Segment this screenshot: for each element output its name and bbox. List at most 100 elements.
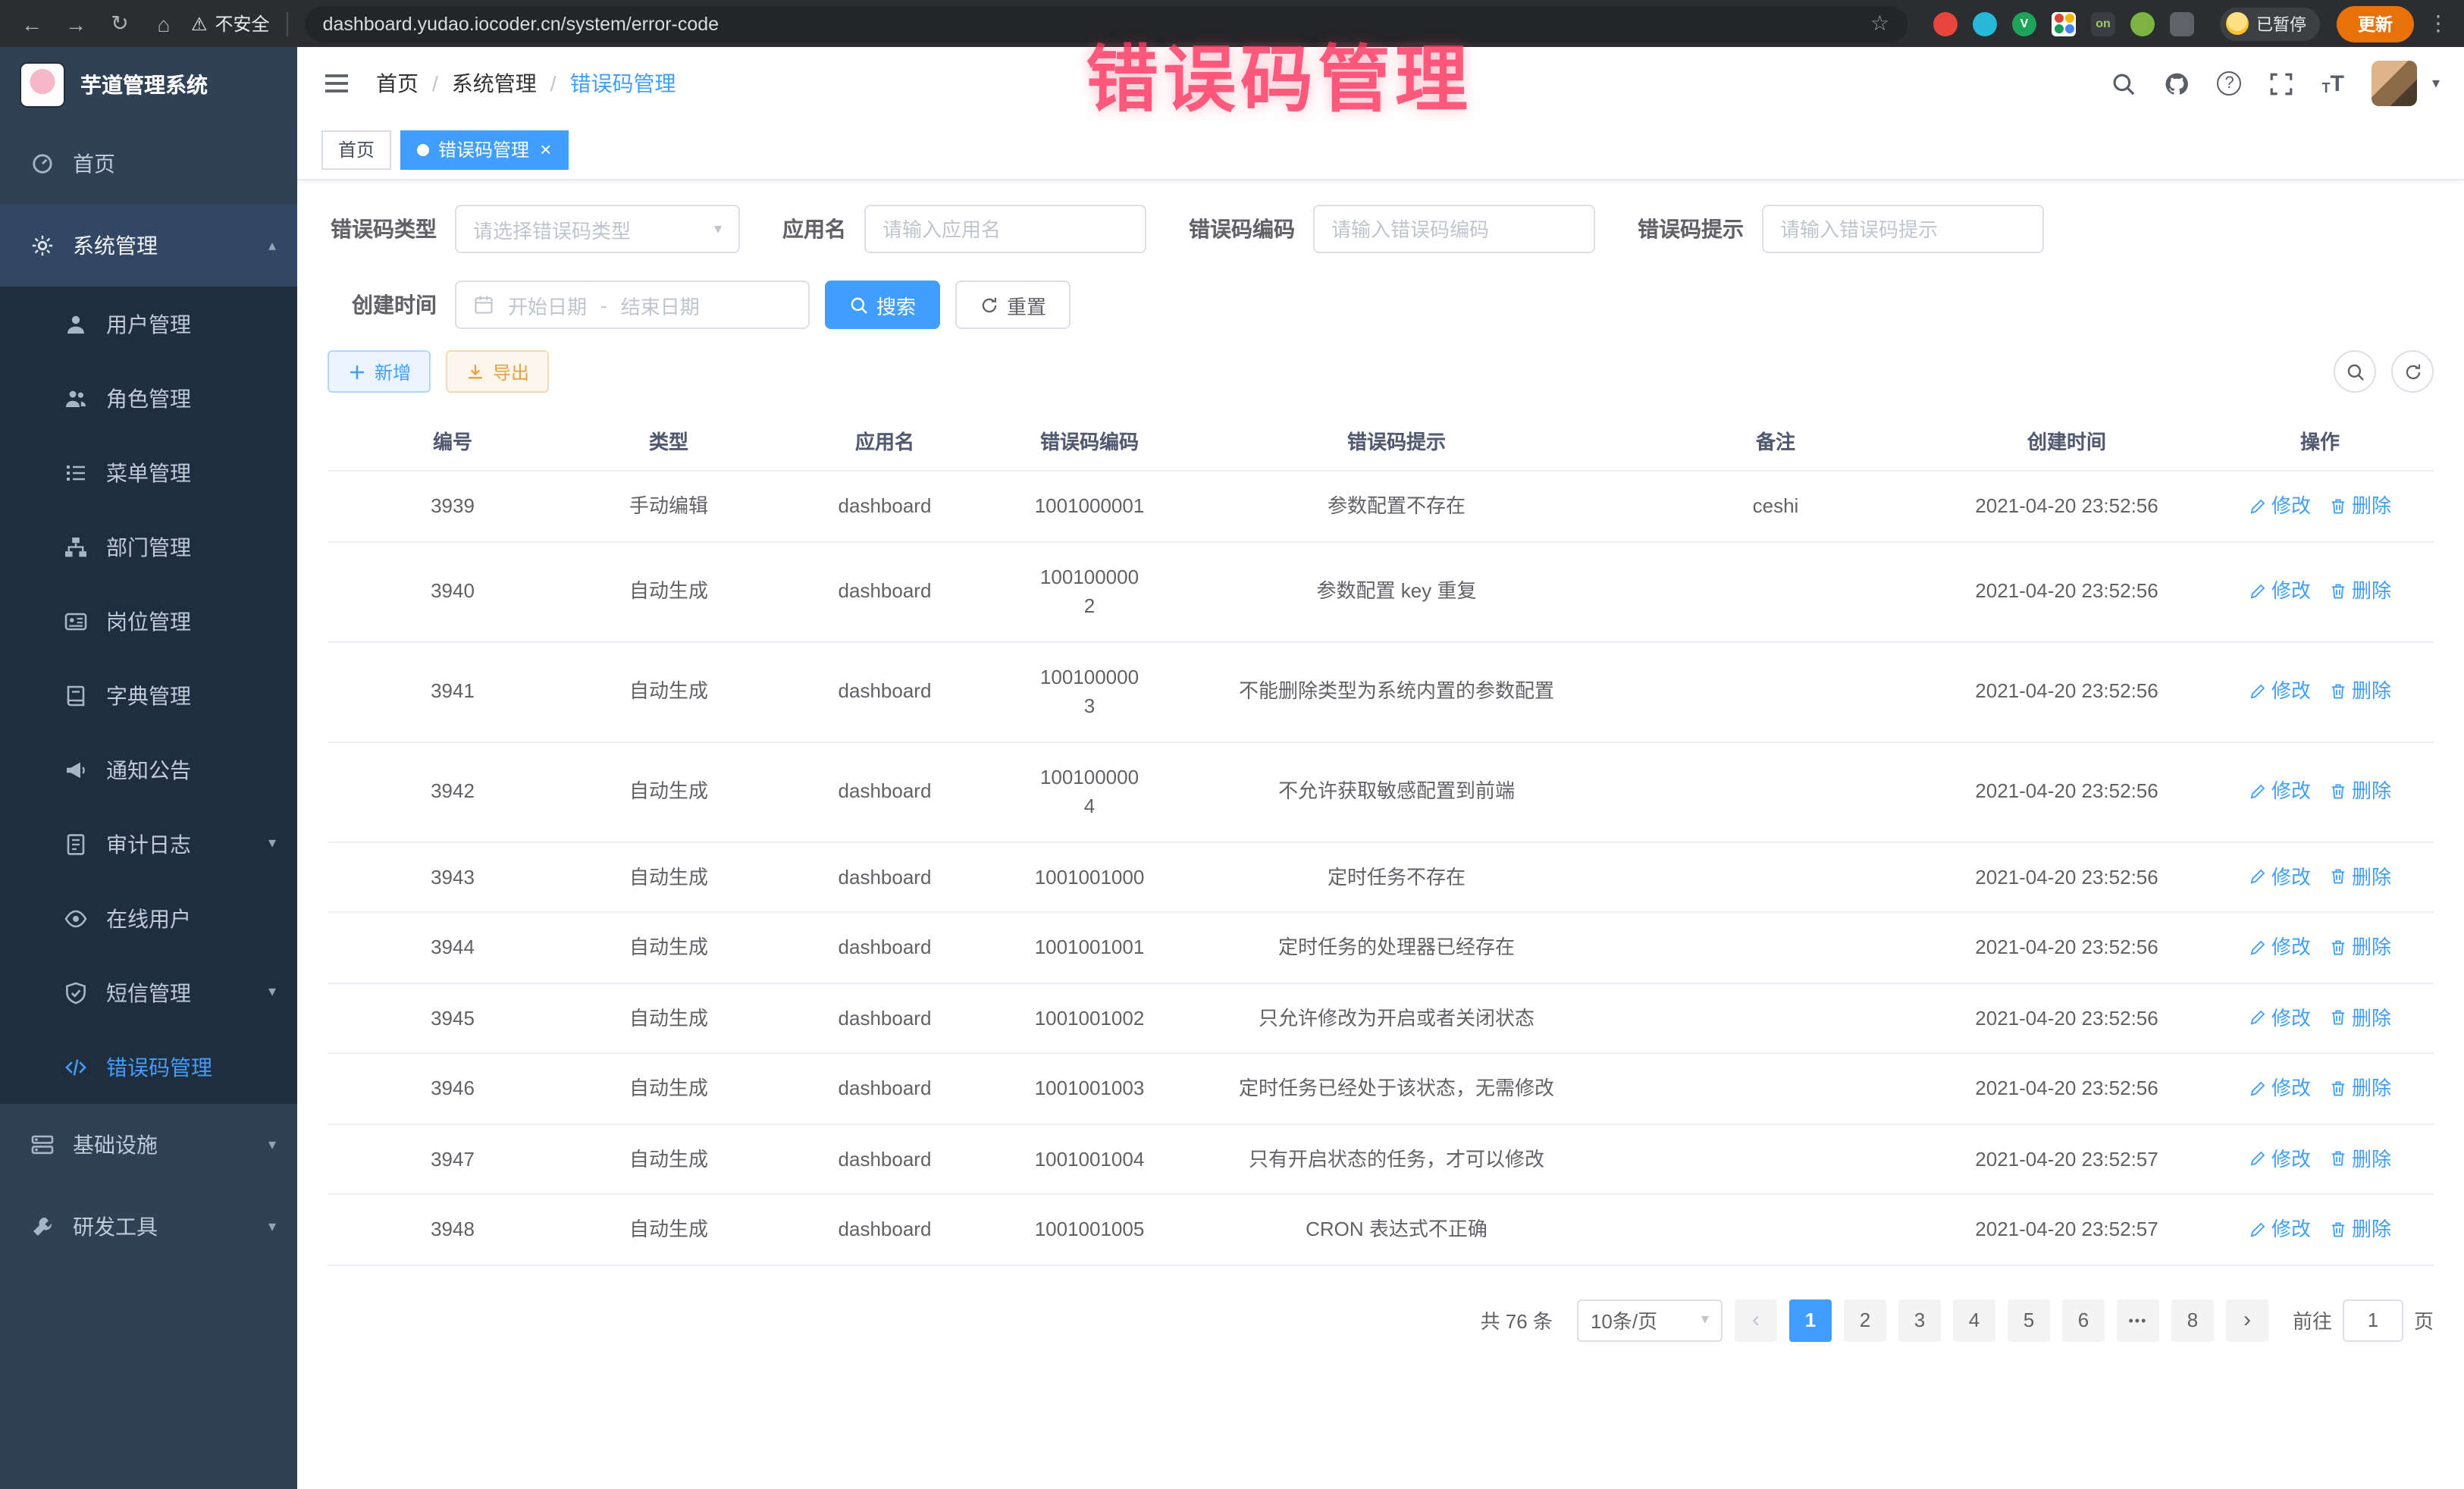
sidebar-item[interactable]: 通知公告 bbox=[0, 732, 297, 807]
puzzle-extension-icon[interactable] bbox=[2170, 11, 2194, 36]
leaf-extension-icon[interactable] bbox=[2130, 11, 2155, 36]
breadcrumb-item[interactable]: 错误码管理 bbox=[570, 68, 676, 99]
page-button[interactable]: 4 bbox=[1953, 1299, 1995, 1341]
search-button[interactable]: 搜索 bbox=[825, 281, 940, 329]
sidebar-item[interactable]: 审计日志▾ bbox=[0, 807, 297, 881]
edit-link[interactable]: 修改 bbox=[2249, 1215, 2311, 1244]
help-icon[interactable]: ? bbox=[2218, 71, 2242, 96]
tab[interactable]: 首页 bbox=[321, 130, 391, 169]
edit-icon bbox=[2249, 782, 2267, 801]
app-name-input[interactable] bbox=[864, 205, 1146, 253]
close-icon[interactable]: × bbox=[540, 138, 551, 161]
security-indicator[interactable]: ⚠ 不安全 bbox=[191, 11, 270, 36]
page-button[interactable]: 3 bbox=[1898, 1299, 1941, 1341]
edit-link[interactable]: 修改 bbox=[2249, 491, 2311, 521]
browser-update-button[interactable]: 更新 bbox=[2337, 5, 2414, 42]
page-button[interactable]: 1 bbox=[1789, 1299, 1832, 1341]
delete-link[interactable]: 删除 bbox=[2329, 933, 2391, 962]
date-range-picker[interactable]: 开始日期 - 结束日期 bbox=[455, 281, 810, 329]
cell-type: 自动生成 bbox=[578, 742, 760, 841]
back-icon[interactable]: ← bbox=[15, 7, 49, 40]
reload-icon[interactable]: ↻ bbox=[103, 7, 136, 40]
goto-page-input[interactable] bbox=[2343, 1299, 2403, 1341]
search-icon[interactable] bbox=[2111, 71, 2137, 96]
adblock-extension-icon[interactable] bbox=[1933, 11, 1958, 36]
page-button[interactable]: 8 bbox=[2171, 1299, 2214, 1341]
delete-link[interactable]: 删除 bbox=[2329, 1144, 2391, 1174]
edit-link[interactable]: 修改 bbox=[2249, 677, 2311, 707]
edit-link[interactable]: 修改 bbox=[2249, 862, 2311, 892]
palette-extension-icon[interactable] bbox=[2052, 11, 2076, 36]
sidebar-item[interactable]: 首页 bbox=[0, 123, 297, 205]
v-extension-icon[interactable]: V bbox=[2012, 11, 2036, 36]
edit-link[interactable]: 修改 bbox=[2249, 1003, 2311, 1033]
cell-remark bbox=[1624, 1124, 1927, 1193]
search-button-label: 搜索 bbox=[876, 290, 916, 319]
breadcrumb-item[interactable]: 首页 bbox=[376, 68, 419, 99]
delete-link[interactable]: 删除 bbox=[2329, 1074, 2391, 1103]
edit-link[interactable]: 修改 bbox=[2249, 1144, 2311, 1174]
delete-link[interactable]: 删除 bbox=[2329, 677, 2391, 707]
export-button[interactable]: 导出 bbox=[446, 350, 549, 393]
sidebar-item[interactable]: 短信管理▾ bbox=[0, 955, 297, 1030]
page-button[interactable]: 2 bbox=[1844, 1299, 1886, 1341]
home-icon[interactable]: ⌂ bbox=[147, 7, 180, 40]
delete-link[interactable]: 删除 bbox=[2329, 577, 2391, 607]
badge-on-extension-icon[interactable]: on bbox=[2091, 11, 2115, 36]
profile-paused-badge[interactable]: 已暂停 bbox=[2220, 7, 2320, 40]
delete-link[interactable]: 删除 bbox=[2329, 1215, 2391, 1244]
sidebar-item[interactable]: 部门管理 bbox=[0, 509, 297, 584]
error-type-select[interactable]: 请选择错误码类型 ▾ bbox=[455, 205, 740, 253]
add-button[interactable]: 新增 bbox=[328, 350, 431, 393]
edit-link-label: 修改 bbox=[2271, 1003, 2311, 1033]
calendar-icon bbox=[473, 294, 494, 315]
app-logo[interactable]: 芋道管理系统 bbox=[0, 47, 297, 123]
error-code-input[interactable] bbox=[1313, 205, 1595, 253]
prev-page-button[interactable]: ‹ bbox=[1735, 1299, 1777, 1341]
sidebar-item[interactable]: 用户管理 bbox=[0, 287, 297, 361]
edit-link[interactable]: 修改 bbox=[2249, 1074, 2311, 1103]
sidebar-item[interactable]: 角色管理 bbox=[0, 361, 297, 435]
avatar-chevron-down-icon[interactable]: ▾ bbox=[2432, 75, 2440, 92]
edit-link[interactable]: 修改 bbox=[2249, 777, 2311, 807]
delete-link[interactable]: 删除 bbox=[2329, 862, 2391, 892]
breadcrumb-item[interactable]: 系统管理 bbox=[452, 68, 537, 99]
error-hint-input[interactable] bbox=[1762, 205, 2044, 253]
sidebar-item[interactable]: 基础设施▾ bbox=[0, 1104, 297, 1186]
more-pages-button[interactable]: ••• bbox=[2117, 1299, 2159, 1341]
app-name: 芋道管理系统 bbox=[80, 70, 208, 100]
sidebar-item[interactable]: 系统管理▴ bbox=[0, 205, 297, 287]
edit-link[interactable]: 修改 bbox=[2249, 933, 2311, 962]
refresh-table-button[interactable] bbox=[2391, 350, 2434, 393]
sidebar-item[interactable]: 菜单管理 bbox=[0, 435, 297, 509]
sidebar-item[interactable]: 岗位管理 bbox=[0, 584, 297, 658]
delete-link[interactable]: 删除 bbox=[2329, 777, 2391, 807]
github-icon[interactable] bbox=[2165, 71, 2190, 96]
fullscreen-icon[interactable] bbox=[2269, 71, 2295, 96]
delete-link[interactable]: 删除 bbox=[2329, 1003, 2391, 1033]
sidebar-item[interactable]: 错误码管理 bbox=[0, 1030, 297, 1104]
browser-menu-kebab-icon[interactable]: ⋮ bbox=[2428, 11, 2449, 36]
sidebar-item[interactable]: 在线用户 bbox=[0, 881, 297, 955]
page-button[interactable]: 5 bbox=[2008, 1299, 2050, 1341]
sidebar-item[interactable]: 字典管理 bbox=[0, 658, 297, 732]
page-size-select[interactable]: 10条/页 ▾ bbox=[1577, 1299, 1723, 1341]
sidebar-item[interactable]: 研发工具▾ bbox=[0, 1186, 297, 1268]
cell-error-hint: 定时任务不存在 bbox=[1169, 842, 1624, 911]
app-window: 芋道管理系统 首页系统管理▴用户管理角色管理菜单管理部门管理岗位管理字典管理通知… bbox=[0, 47, 2464, 1489]
picker-extension-icon[interactable] bbox=[1973, 11, 1997, 36]
forward-icon[interactable]: → bbox=[59, 7, 92, 40]
bookmark-star-icon[interactable]: ☆ bbox=[1870, 11, 1889, 36]
reset-button[interactable]: 重置 bbox=[955, 281, 1071, 329]
user-avatar[interactable] bbox=[2372, 61, 2417, 106]
font-size-icon[interactable]: TT bbox=[2322, 72, 2344, 95]
edit-link[interactable]: 修改 bbox=[2249, 577, 2311, 607]
page-button[interactable]: 6 bbox=[2062, 1299, 2105, 1341]
address-bar[interactable]: dashboard.yudao.iocoder.cn/system/error-… bbox=[305, 5, 1908, 42]
delete-link[interactable]: 删除 bbox=[2329, 491, 2391, 521]
sidebar-toggle-icon[interactable] bbox=[321, 68, 352, 99]
next-page-button[interactable]: › bbox=[2226, 1299, 2268, 1341]
chevron-down-icon: ▾ bbox=[1701, 1312, 1709, 1328]
toggle-search-button[interactable] bbox=[2334, 350, 2376, 393]
tab[interactable]: 错误码管理× bbox=[400, 130, 568, 169]
